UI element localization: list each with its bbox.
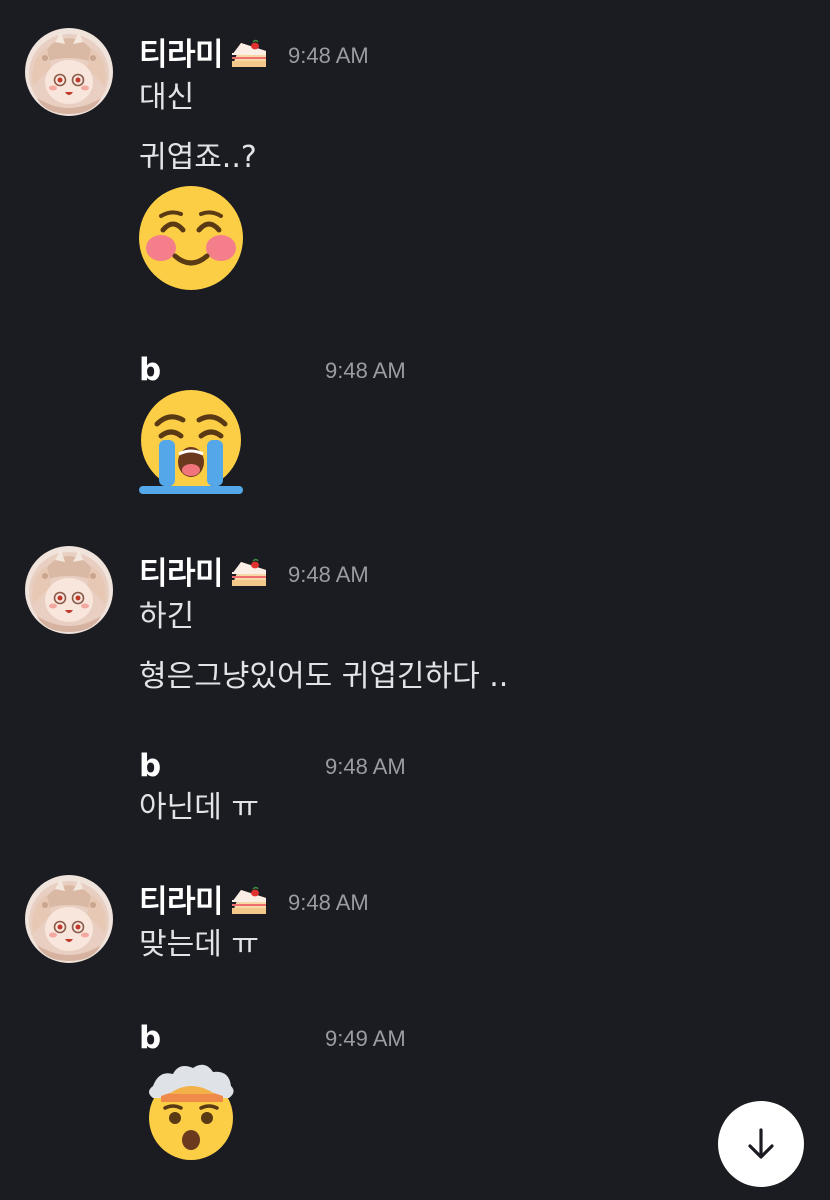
- shortcake-icon: [229, 556, 269, 592]
- username[interactable]: b: [139, 350, 161, 390]
- username[interactable]: b: [139, 1018, 161, 1058]
- scroll-to-bottom-button[interactable]: [718, 1101, 804, 1187]
- message-text: 대신: [139, 80, 195, 115]
- message-text: 형은그냥있어도 귀엽긴하다 ..: [139, 659, 509, 694]
- smiling-face-with-smiling-eyes-emoji: [139, 186, 243, 290]
- timestamp: 9:48 AM: [325, 754, 406, 779]
- timestamp: 9:48 AM: [325, 358, 406, 383]
- message-text: 아닌데 ㅠ: [139, 790, 259, 825]
- timestamp: 9:48 AM: [288, 43, 369, 68]
- username[interactable]: 티라미: [139, 554, 224, 594]
- timestamp: 9:48 AM: [288, 562, 369, 587]
- avatar[interactable]: [25, 28, 113, 116]
- message-text: 귀엽죠..?: [139, 140, 257, 175]
- username[interactable]: b: [139, 746, 161, 786]
- shortcake-icon: [229, 37, 269, 73]
- username[interactable]: 티라미: [139, 882, 224, 922]
- message-text: 맞는데 ㅠ: [139, 927, 259, 962]
- exploding-head-emoji: [139, 1056, 243, 1160]
- loudly-crying-face-emoji: [139, 390, 243, 494]
- username[interactable]: 티라미: [139, 35, 224, 75]
- timestamp: 9:48 AM: [288, 890, 369, 915]
- message-text: 하긴: [139, 599, 195, 634]
- avatar[interactable]: [25, 875, 113, 963]
- timestamp: 9:49 AM: [325, 1026, 406, 1051]
- avatar[interactable]: [25, 546, 113, 634]
- arrow-down-icon: [748, 1128, 774, 1159]
- shortcake-icon: [229, 884, 269, 920]
